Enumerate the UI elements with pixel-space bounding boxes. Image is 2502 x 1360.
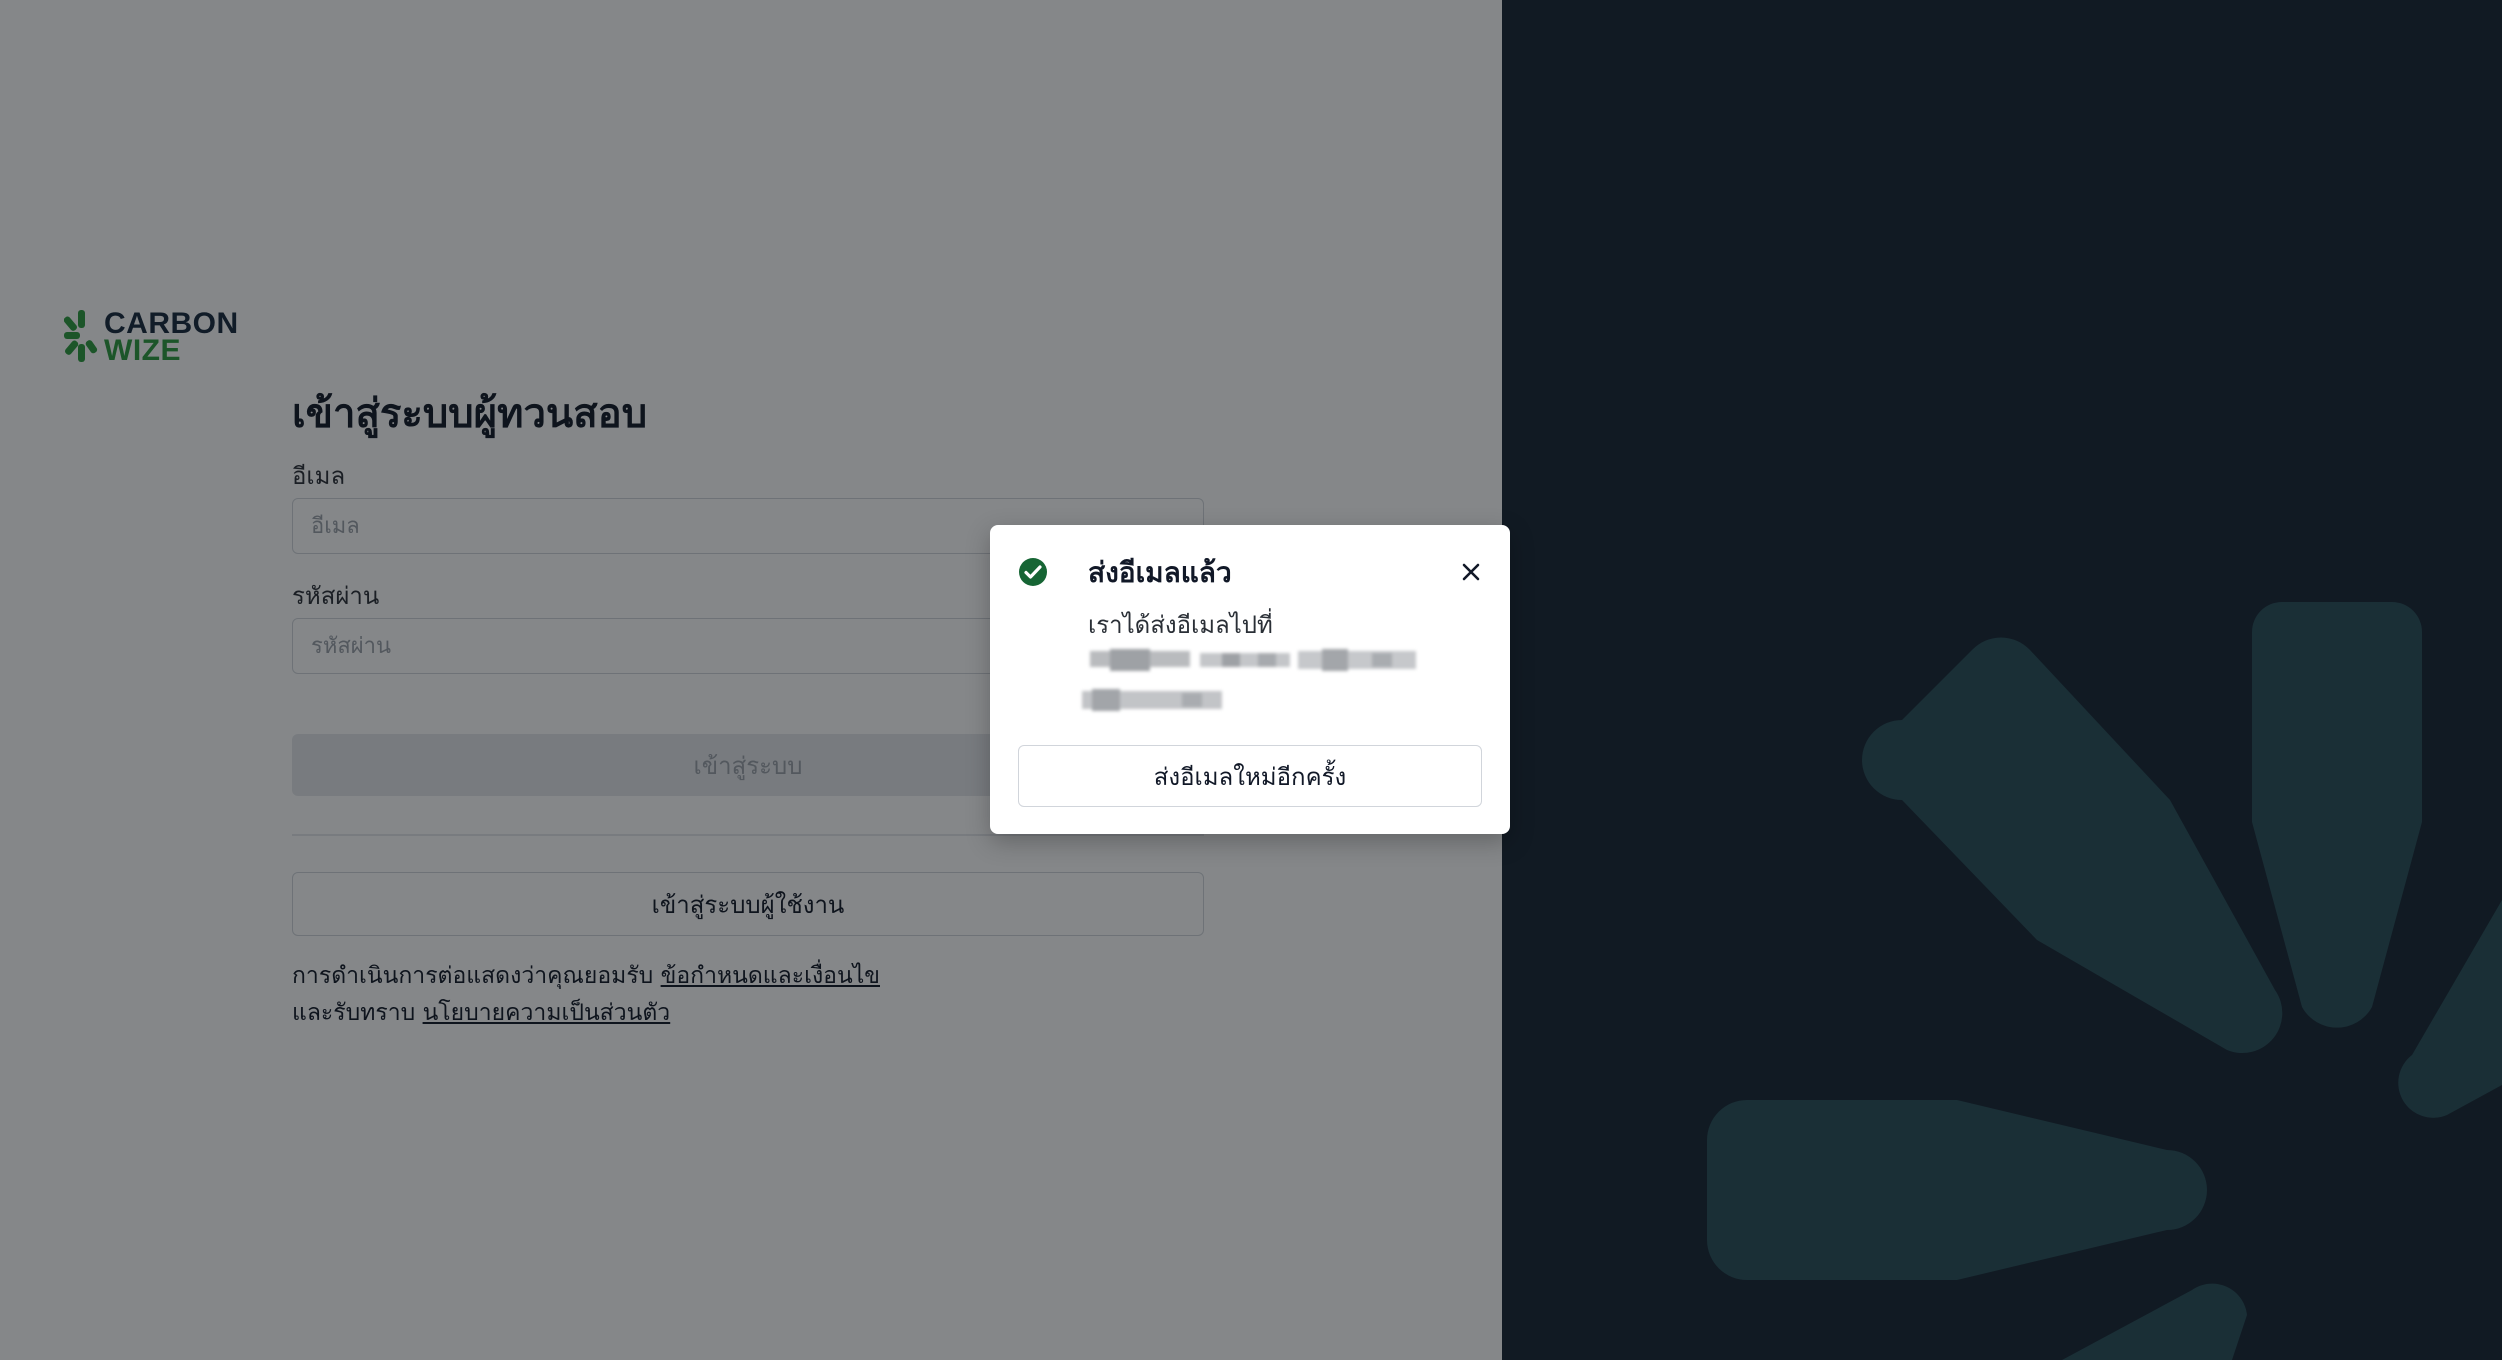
email-sent-dialog: ส่งอีเมลแล้ว เราได้ส่งอีเมลไปที่ ส่งอีเม… — [990, 525, 1510, 834]
close-button[interactable] — [1456, 557, 1486, 587]
check-circle-icon — [1019, 558, 1047, 586]
redacted-email-line1 — [1090, 649, 1416, 671]
resend-email-button[interactable]: ส่งอีเมลใหม่อีกครั้ง — [1018, 745, 1482, 807]
close-icon — [1462, 563, 1480, 581]
redacted-email-line2 — [1082, 689, 1222, 711]
dialog-title: ส่งอีเมลแล้ว — [1088, 556, 1232, 589]
burst-decoration-icon — [1707, 602, 2502, 1360]
dialog-message: เราได้ส่งอีเมลไปที่ — [1088, 611, 1273, 639]
decorative-panel — [1502, 0, 2502, 1360]
